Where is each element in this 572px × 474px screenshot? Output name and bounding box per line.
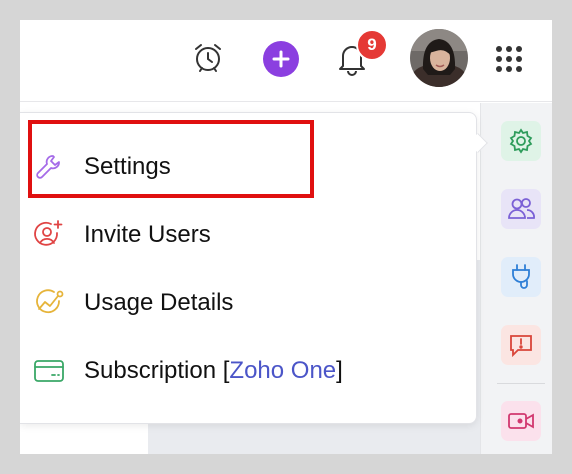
menu-item-usage-details[interactable]: Usage Details	[20, 274, 460, 332]
top-bar: 9	[20, 20, 552, 102]
rail-alert-icon[interactable]	[501, 325, 541, 365]
rail-video-icon[interactable]	[501, 401, 541, 441]
menu-item-label: Subscription [Zoho One]	[84, 357, 343, 385]
subscription-label-suffix: ]	[336, 357, 343, 384]
rail-divider	[497, 383, 545, 384]
app-window: 9 Settings Invite Users Usage Details Su…	[20, 20, 552, 454]
alarm-clock-icon[interactable]	[190, 40, 226, 76]
settings-highlight-box	[28, 120, 314, 198]
create-plus-button[interactable]	[263, 41, 299, 77]
right-rail	[480, 103, 552, 454]
rail-plug-icon[interactable]	[501, 257, 541, 297]
rail-gear-icon[interactable]	[501, 121, 541, 161]
card-icon	[32, 354, 66, 388]
subscription-plan-link[interactable]: Zoho One	[229, 357, 336, 384]
user-avatar[interactable]	[410, 29, 468, 87]
menu-item-label: Usage Details	[84, 289, 234, 316]
rail-users-icon[interactable]	[501, 189, 541, 229]
notification-count-badge: 9	[356, 29, 388, 61]
usage-chart-icon	[32, 286, 66, 320]
menu-item-label: Invite Users	[84, 221, 211, 248]
subscription-label: Subscription [	[84, 357, 230, 384]
invite-user-icon	[32, 218, 66, 252]
menu-item-subscription[interactable]: Subscription [Zoho One]	[20, 342, 460, 400]
app-grid-icon[interactable]	[492, 42, 526, 76]
menu-item-invite-users[interactable]: Invite Users	[20, 206, 460, 264]
